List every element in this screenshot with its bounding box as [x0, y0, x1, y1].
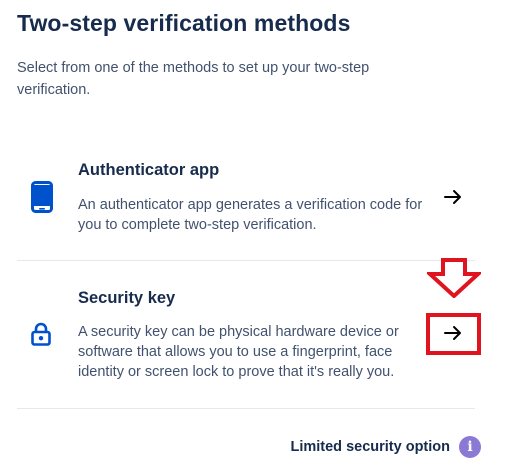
method-description: An authenticator app generates a verific…	[78, 197, 423, 233]
annotation-down-arrow-icon	[424, 258, 484, 303]
method-security-key[interactable]: Security key A security key can be physi…	[17, 261, 475, 409]
padlock-icon	[31, 322, 51, 351]
page-title: Two-step verification methods	[17, 10, 351, 36]
authenticator-app-next-button[interactable]	[438, 182, 468, 212]
arrow-right-icon	[444, 190, 461, 204]
page-subtitle: Select from one of the methods to set up…	[17, 60, 370, 98]
method-authenticator-app[interactable]: Authenticator app An authenticator app g…	[17, 148, 475, 261]
limited-security-option[interactable]: Limited security option i	[290, 436, 481, 458]
annotation-highlight-box	[426, 313, 481, 355]
info-icon[interactable]: i	[459, 436, 481, 458]
method-title: Security key	[78, 289, 176, 307]
method-title: Authenticator app	[78, 161, 220, 179]
mobile-phone-icon	[31, 181, 53, 218]
method-description: A security key can be physical hardware …	[78, 324, 399, 380]
limited-security-label: Limited security option	[290, 439, 450, 455]
